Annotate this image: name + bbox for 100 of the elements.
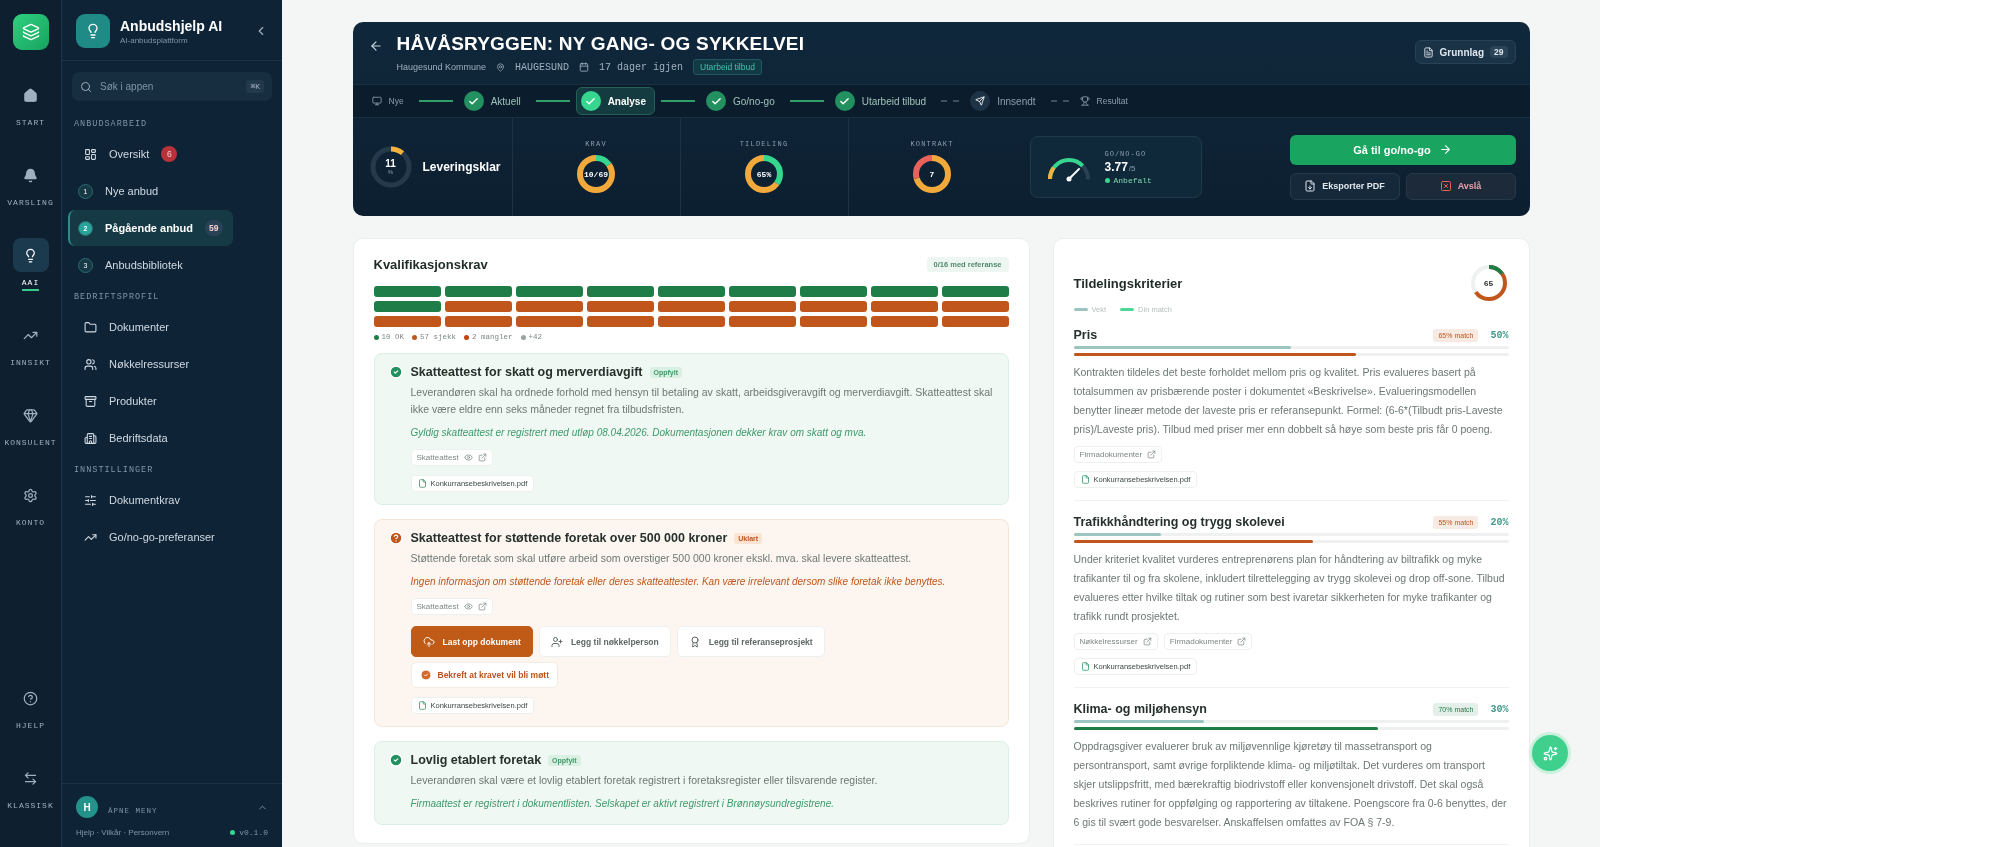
criterion-text: Under kriteriet kvalitet vurderes entreprenørens plan for håndtering av biltrafikk og myke trafikanter til og fra skolene, inkludert tilrettelegging av trygg skolevei og drop off-sone. Tilbud evalueres etter hvilke tiltak og rutiner som best ivaretar sikkerheten for myke trafikanter og trafikk rundt prosjektet. [1073, 552, 1506, 624]
sidebar-item[interactable]: Dokumentkrav [68, 482, 190, 518]
arrow-right-icon [1438, 143, 1452, 156]
check-circle-icon [388, 753, 403, 767]
progress-step[interactable]: Analyse [575, 87, 655, 115]
rail-nav-item[interactable]: KONSULENT [2, 392, 59, 457]
question-icon [388, 531, 403, 545]
upload-icon [422, 635, 435, 648]
decline-button[interactable]: Avslå [1405, 172, 1516, 200]
pin-icon [496, 62, 506, 72]
sidebar-item[interactable]: Bedriftsdata [68, 420, 178, 456]
decline-icon [1439, 180, 1452, 192]
metric-value: 10/69 [584, 169, 608, 179]
criterion-title: Pris [1073, 328, 1099, 342]
external-link-icon [1147, 450, 1157, 459]
rail-nav-item[interactable]: KLASSISK [2, 755, 59, 820]
rail-nav-item[interactable]: VARSLING [2, 152, 59, 217]
folder-icon [84, 320, 97, 334]
readiness-value: 11 [385, 159, 396, 169]
score-value: 65 [1483, 278, 1494, 288]
sidebar-item[interactable]: Dokumenter [68, 309, 179, 345]
app-logo[interactable] [12, 14, 49, 50]
buyer-name: Haugesund Kommune [396, 62, 487, 72]
file-icon [1080, 662, 1090, 671]
document-tag[interactable]: Skatteattest [410, 598, 493, 615]
progress-step[interactable]: Resultat [1074, 92, 1137, 110]
progress-step[interactable]: Go/no-go [701, 87, 784, 115]
sliders-icon [84, 493, 97, 507]
confirm-button[interactable]: Bekreft at kravet vil bli møtt [410, 662, 558, 688]
criterion-title: Klima- og miljøhensyn [1073, 702, 1208, 716]
requirement-title: Skatteattest for skatt og merverdiavgift [410, 365, 643, 379]
requirement-text: Leverandøren skal ha ordnede forhold med hensyn til betaling av skatt, arbeidsgiveravgift og merverdiavgift. Skatteattest skal ikke være eldre enn seks måneder regnet fra tilbudsfristen. [410, 385, 994, 417]
file-icon [1080, 475, 1090, 484]
document-tag[interactable]: Firmadokumenter [1073, 446, 1163, 463]
document-tag[interactable]: Skatteattest [410, 449, 493, 466]
document-icon [1422, 46, 1434, 58]
version-label: v0.1.0 [230, 828, 268, 837]
location-label: HAUGESUND [515, 61, 570, 73]
requirement-title: Lovlig etablert foretak [410, 753, 542, 767]
check-circle-icon [388, 365, 403, 379]
status-badge: Utarbeid tilbud [693, 59, 762, 75]
criterion-text: Oppdragsgiver evaluerer bruk av miljøvennlige kjøretøy til massetransport og persontransport, samt øvrige forpliktende klima- og miljøtiltak. Det vurderes om transport skjer utslippsfritt, med bærekraftig biodrivstoff eller konvensjonelt drivstoff. Det skal også beskrives rutiner for oppfølging og rapportering av tiltakene. Poengscore fra 0-6 benyttes, der 6 gis til svært gode besvarelser. Anskaffelsen omfattes av FOA § 7-9. [1073, 739, 1508, 830]
section-heading: ANBUDSARBEID [73, 118, 149, 131]
assessment-note: Gyldig skatteattest er registrert med utløp 08.04.2026. Dokumentasjonen dekker krav om skatt og mva. [410, 426, 867, 440]
action-button[interactable]: Legg til referanseprosjekt [676, 626, 825, 657]
rail-nav-item[interactable]: HJELP [2, 675, 59, 740]
rail-nav-item[interactable]: AAI [2, 232, 59, 297]
assessment-note: Ingen informasjon om støttende foretak eller deres skatteattester. Kan være irrelevant dersom slike foretak ikke benyttes. [410, 575, 946, 589]
back-button[interactable] [368, 39, 383, 53]
bell-icon [23, 167, 38, 183]
progress-step[interactable]: Nye [366, 92, 413, 110]
verdict-label: Anbefalt [1104, 175, 1152, 185]
search-input[interactable]: Søk i appen [100, 81, 239, 92]
requirement-title: Skatteattest for støttende foretak over 500 000 kroner [410, 531, 728, 545]
sidebar-item[interactable]: Go/no-go-preferanser [68, 519, 225, 555]
criterion-text: Kontrakten tildeles det beste forholdet mellom pris og kvalitet. Pris evalueres basert på totalsummen av prisbærende poster i dokumentet «Beskrivelse». Evalueringsmodellen benytter lineær metode der laveste pris er referansepunkt. Formel: (6-6*(Tilbudt pris-Laveste pris)/Laveste pris). Tilbud med priser mer enn dobbelt så høye som beste pris får 0 poeng. [1073, 365, 1504, 437]
document-tag[interactable]: Firmadokumenter [1163, 633, 1253, 650]
brand-subtitle: AI-anbudsplattform [120, 35, 189, 45]
external-link-icon [477, 602, 487, 611]
export-pdf-button[interactable]: Eksporter PDF [1289, 172, 1400, 200]
archive-icon [84, 394, 97, 408]
user-avatar[interactable]: H [76, 796, 98, 818]
brand-title: Anbudshjelp AI [120, 17, 224, 34]
deadline-label: 17 dager igjen [599, 61, 684, 73]
external-link-icon [477, 453, 487, 462]
progress-step[interactable]: Innsendt [965, 87, 1045, 115]
check-circle-icon [419, 669, 432, 681]
settings-icon [23, 487, 38, 503]
sidebar-item[interactable]: Nøkkelressurser [68, 346, 200, 382]
footer-links: Hjelp · Vilkår · Personvern [76, 828, 170, 837]
sidebar-item[interactable]: Produkter [68, 383, 167, 419]
search-icon [80, 80, 92, 93]
trophy-icon [1079, 96, 1090, 106]
action-button[interactable]: Legg til nøkkelperson [538, 626, 671, 657]
file-icon [417, 701, 427, 710]
progress-step[interactable]: Aktuell [458, 87, 530, 115]
rail-nav-item[interactable]: KONTO [2, 472, 59, 537]
search-field[interactable]: Søk i appen ⌘K [72, 72, 272, 101]
shortcut-hint: ⌘K [246, 80, 264, 93]
donut-chart-drawing [576, 154, 616, 194]
award-icon [688, 635, 701, 648]
sidebar-item[interactable]: Oversikt 6 [68, 136, 188, 172]
tender-title: HÅVÅSRYGGEN: NY GANG- OG SYKKELVEI [396, 33, 806, 55]
rail-nav-item[interactable]: START [2, 72, 59, 137]
document-tag[interactable]: Nøkkelressurser [1073, 633, 1158, 650]
external-link-icon [1142, 637, 1152, 646]
assessment-note: Firmaattest er registrert i dokumentlisten. Selskapet er aktivt registrert i Brønnøysundregistrene. [410, 797, 834, 811]
dashboard-icon [84, 147, 97, 161]
action-button[interactable]: Last opp dokument [410, 626, 533, 657]
card-title: Tildelingskriterier [1073, 275, 1183, 291]
metric-value: 65% [756, 169, 772, 179]
progress-step[interactable]: Utarbeid tilbud [829, 87, 936, 115]
basis-button[interactable]: Grunnlag 29 [1414, 40, 1516, 64]
requirement-text: Støttende foretak som skal utføre arbeid som overstiger 500 000 kroner ekskl. mva. skal levere skatteattest. [410, 551, 912, 566]
rail-nav-item[interactable]: INNSIKT [2, 312, 59, 377]
criterion-title: Trafikkhåndtering og trygg skolevei [1073, 515, 1286, 529]
readiness-ring [368, 145, 413, 189]
score-ring [1468, 263, 1509, 303]
section-heading: INNSTILLINGER [73, 464, 155, 477]
pdf-icon [1304, 180, 1317, 192]
